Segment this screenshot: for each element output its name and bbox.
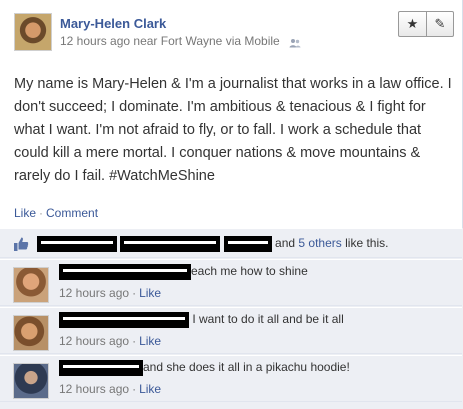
comment-item: and she does it all in a pikachu hoodie!… bbox=[0, 355, 462, 402]
likes-sentence: and 5 others like this. bbox=[37, 236, 388, 252]
redacted-name-bar bbox=[59, 360, 143, 376]
separator-dot: · bbox=[39, 206, 44, 220]
comment-item: each me how to shine 12 hours ago · Like bbox=[0, 259, 462, 306]
comment-meta: 12 hours ago · Like bbox=[59, 334, 161, 348]
commenter-avatar[interactable] bbox=[13, 267, 49, 303]
comment-text: and she does it all in a pikachu hoodie! bbox=[143, 360, 350, 375]
thumbs-up-icon bbox=[13, 236, 29, 252]
comment-time[interactable]: 12 hours ago bbox=[59, 334, 129, 348]
location-prefix: near bbox=[133, 34, 158, 48]
like-comment-bar: Like · Comment bbox=[14, 206, 98, 220]
story-location[interactable]: Fort Wayne bbox=[161, 34, 223, 48]
separator-dot: · bbox=[132, 382, 137, 396]
separator-dot: · bbox=[132, 286, 137, 300]
likes-summary-row: and 5 others like this. bbox=[0, 228, 462, 258]
comment-text-line: and she does it all in a pikachu hoodie! bbox=[59, 360, 350, 376]
commenter-avatar[interactable] bbox=[13, 363, 49, 399]
author-avatar[interactable] bbox=[14, 13, 52, 51]
comment-item: I want to do it all and be it all 12 hou… bbox=[0, 307, 462, 354]
likes-suffix: like this. bbox=[345, 236, 389, 251]
edit-pencil-icon[interactable]: ✎ bbox=[426, 12, 453, 36]
friends-audience-icon[interactable] bbox=[289, 37, 301, 48]
comment-time[interactable]: 12 hours ago bbox=[59, 382, 129, 396]
star-icon[interactable]: ★ bbox=[399, 12, 426, 36]
story-timestamp[interactable]: 12 hours ago bbox=[60, 34, 130, 48]
story-header: Mary-Helen Clark 12 hours ago near Fort … bbox=[14, 11, 454, 53]
story-actions: ★ ✎ bbox=[398, 11, 454, 37]
redacted-name-bar bbox=[59, 264, 191, 280]
story-message: My name is Mary-Helen & I'm a journalist… bbox=[14, 76, 452, 184]
comment-text-line: I want to do it all and be it all bbox=[59, 312, 344, 328]
comment-text-line: each me how to shine bbox=[59, 264, 308, 280]
feed-story: Mary-Helen Clark 12 hours ago near Fort … bbox=[0, 0, 463, 409]
redacted-name-bar bbox=[37, 236, 117, 252]
comment-link[interactable]: Comment bbox=[46, 206, 98, 220]
comment-like-link[interactable]: Like bbox=[139, 334, 161, 348]
commenter-avatar[interactable] bbox=[13, 315, 49, 351]
like-link[interactable]: Like bbox=[14, 206, 36, 220]
comment-time[interactable]: 12 hours ago bbox=[59, 286, 129, 300]
comment-like-link[interactable]: Like bbox=[139, 286, 161, 300]
story-via: via Mobile bbox=[225, 34, 280, 48]
likes-and: and bbox=[275, 236, 296, 251]
comment-meta: 12 hours ago · Like bbox=[59, 286, 161, 300]
story-meta: 12 hours ago near Fort Wayne via Mobile bbox=[60, 34, 301, 48]
redacted-name-bar bbox=[59, 312, 189, 328]
separator-dot: · bbox=[132, 334, 137, 348]
comment-like-link[interactable]: Like bbox=[139, 382, 161, 396]
redacted-name-bar bbox=[120, 236, 221, 252]
author-name[interactable]: Mary-Helen Clark bbox=[60, 16, 166, 31]
comment-text: each me how to shine bbox=[191, 264, 308, 279]
comment-text: I want to do it all and be it all bbox=[192, 312, 344, 327]
others-link[interactable]: 5 others bbox=[298, 236, 341, 250]
feedback-section: and 5 others like this. each me how to s… bbox=[0, 228, 463, 409]
comment-meta: 12 hours ago · Like bbox=[59, 382, 161, 396]
redacted-name-bar bbox=[223, 236, 272, 252]
